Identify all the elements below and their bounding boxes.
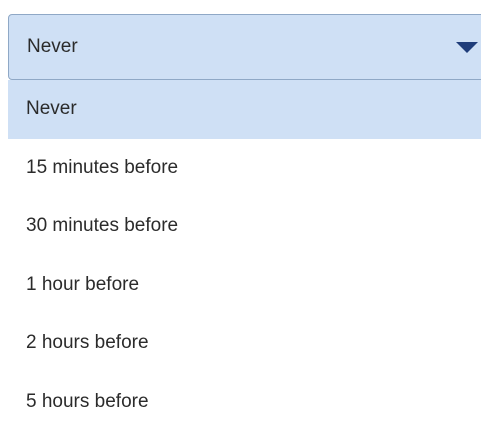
- select-current-value: Never: [27, 36, 78, 57]
- option-1-hour-before[interactable]: 1 hour before: [8, 256, 481, 315]
- option-2-hours-before[interactable]: 2 hours before: [8, 314, 481, 373]
- reminder-select[interactable]: Never: [8, 14, 481, 80]
- option-never[interactable]: Never: [8, 80, 481, 139]
- chevron-down-icon[interactable]: [456, 42, 478, 53]
- option-5-hours-before[interactable]: 5 hours before: [8, 373, 481, 432]
- reminder-select-page: Never Never 15 minutes before 30 minutes…: [0, 0, 481, 432]
- reminder-dropdown-list: Never 15 minutes before 30 minutes befor…: [8, 80, 481, 432]
- option-15-minutes-before[interactable]: 15 minutes before: [8, 139, 481, 198]
- option-30-minutes-before[interactable]: 30 minutes before: [8, 197, 481, 256]
